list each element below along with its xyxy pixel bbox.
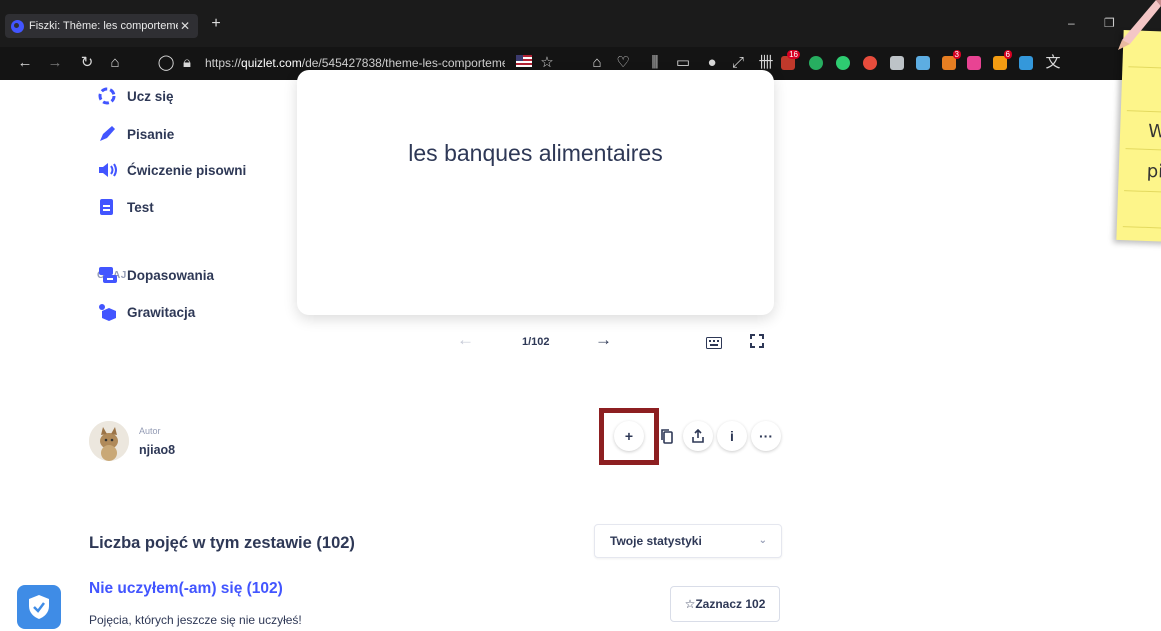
extension-badge-icon[interactable]: 16 [781,50,800,70]
extension-badge-count: 6 [1003,50,1012,59]
sidebar-item-write[interactable]: Pisanie [97,124,174,144]
gravity-icon [97,302,119,322]
new-tab-button[interactable]: + [207,15,225,33]
sidebar-item-label: Dopasowania [127,267,215,283]
extension-green2-icon[interactable] [836,56,850,70]
home-icon[interactable]: ⌂ [106,54,124,72]
sticky-note[interactable]: W pi [1116,30,1161,242]
flashcard-term: les banques alimentaires [408,140,663,166]
avatar[interactable] [89,421,129,461]
extension-blue-icon[interactable] [1019,56,1033,70]
extension-doc-icon[interactable] [916,56,930,70]
spell-icon [97,160,119,180]
prev-card-button[interactable]: ← [457,330,474,350]
share-button[interactable] [683,421,713,451]
highlight-box [599,408,659,465]
minimize-button[interactable]: – [1068,16,1075,30]
terms-count-title: Liczba pojęć w tym zestawie (102) [89,534,355,552]
browser-tab[interactable]: Fiszki: Thème: les comporteme ✕ [5,14,198,38]
shield-icon[interactable]: ◯ [157,54,175,72]
extension-yellow-icon[interactable]: 6 [993,50,1012,70]
sidebar-item-label: Grawitacja [127,304,196,320]
flashcard[interactable]: les banques alimentaires [297,70,774,315]
sidebar-item-test[interactable]: Test [97,197,154,217]
chevron-down-icon: ⌄ [758,535,767,546]
learn-icon [97,86,119,106]
stats-select-value: Twoje statystyki [610,534,702,548]
note-line [1125,148,1161,152]
share-icon [692,429,704,443]
back-icon[interactable]: ← [16,54,34,72]
extension-pink-icon[interactable] [967,56,981,70]
sidebar-item-label: Ucz się [127,88,174,104]
reload-icon[interactable]: ↻ [78,54,96,72]
copy-icon [661,428,673,444]
match-icon [97,265,119,285]
mark-terms-button[interactable]: ☆Zaznacz 102 [670,586,780,622]
card-counter: 1/102 [522,336,550,348]
lock-icon[interactable]: 🔒︎ [178,54,196,72]
extension-badge-count: 16 [787,50,800,59]
extension-tomato-icon[interactable] [863,56,877,70]
sidebar-item-spell[interactable]: Ćwiczenie pisowni [97,160,246,180]
author-name[interactable]: njiao8 [139,443,175,457]
extension-gray-icon[interactable] [890,56,904,70]
note-text-line2: pi [1146,160,1161,183]
note-line [1128,66,1161,70]
note-text-line1: W [1147,120,1161,143]
tab-title: Fiszki: Thème: les comporteme [29,20,178,32]
extension-orange-icon[interactable]: 3 [942,50,961,70]
info-button[interactable]: i [717,421,747,451]
privacy-shield-icon[interactable] [17,585,61,629]
url-bar[interactable]: https://quizlet.com/de/545427838/theme-l… [205,56,505,70]
quizlet-page: Ucz się Pisanie Ćwiczenie pisowni Test G… [0,70,1161,631]
sidebar-item-label: Test [127,199,154,215]
url-prefix: https:// [205,56,242,70]
extension-badge-count: 3 [952,50,961,59]
url-path: /de/545427838/theme-les-comporteme [301,56,505,70]
not-studied-description: Pojęcia, których jeszcze się nie uczyłeś… [89,613,302,627]
extension-green-icon[interactable] [809,56,823,70]
quizlet-favicon-icon [11,19,24,33]
browser-tabbar: Fiszki: Thème: les comporteme ✕ + – ❐ [0,0,1161,47]
sidebar-item-learn[interactable]: Ucz się [97,86,174,106]
more-button[interactable]: ··· [751,421,781,451]
sidebar-item-label: Ćwiczenie pisowni [127,162,247,178]
note-line [1124,190,1161,194]
fullscreen-icon[interactable] [750,333,764,353]
stats-select[interactable]: Twoje statystyki ⌄ [594,524,782,558]
pencil-icon [1100,0,1161,55]
note-line [1126,110,1161,114]
url-domain: quizlet.com [241,56,302,70]
sidebar-item-gravity[interactable]: Grawitacja [97,302,195,322]
tab-close-icon[interactable]: ✕ [178,19,192,33]
author-label: Autor [139,426,161,436]
write-icon [97,124,119,144]
translate-icon[interactable]: 文 [1044,54,1062,72]
keyboard-shortcuts-icon[interactable] [706,334,722,354]
sidebar-item-label: Pisanie [127,126,175,142]
not-studied-title: Nie uczyłem(-am) się (102) [89,580,283,597]
note-line [1122,226,1161,230]
forward-icon[interactable]: → [46,54,64,72]
next-card-button[interactable]: → [595,330,612,350]
sidebar-item-match[interactable]: Dopasowania [97,265,214,285]
test-icon [97,197,119,217]
